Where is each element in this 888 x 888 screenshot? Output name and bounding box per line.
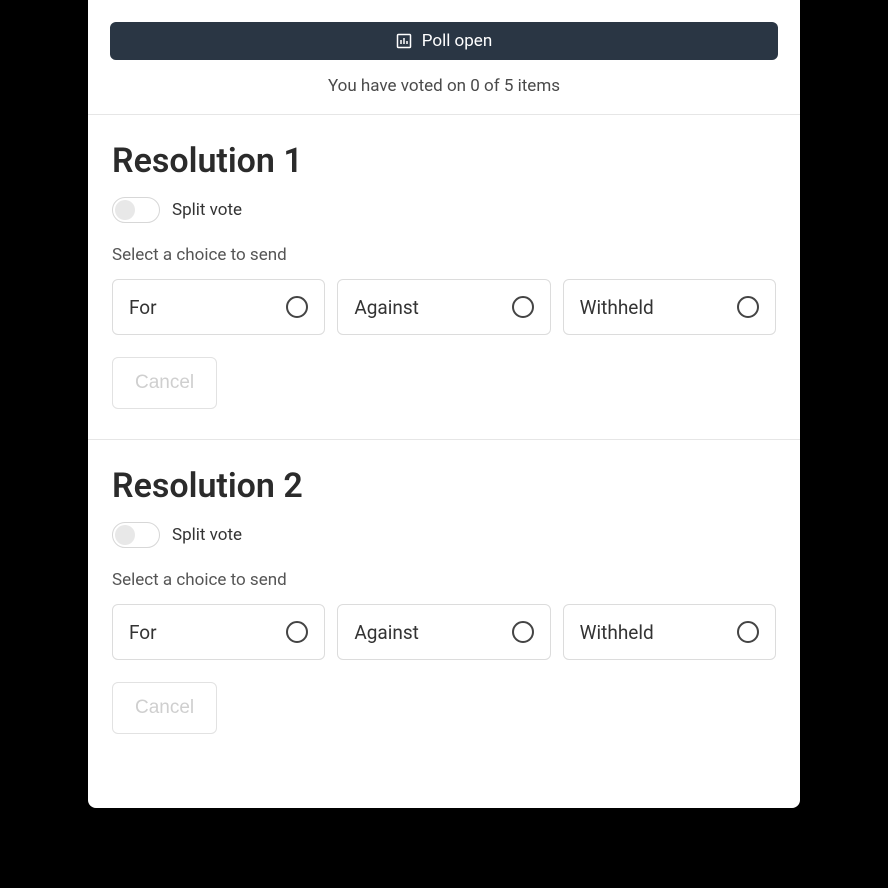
choice-withheld[interactable]: Withheld [563, 604, 776, 660]
voted-status: You have voted on 0 of 5 items [110, 76, 778, 96]
split-vote-row: Split vote [112, 522, 776, 548]
split-vote-label: Split vote [172, 200, 242, 220]
choice-instruction: Select a choice to send [112, 245, 776, 265]
choice-label: Against [354, 621, 419, 644]
choice-instruction: Select a choice to send [112, 570, 776, 590]
cancel-button[interactable]: Cancel [112, 357, 217, 409]
resolution-2: Resolution 2 Split vote Select a choice … [88, 440, 800, 764]
split-vote-toggle[interactable] [112, 197, 160, 223]
radio-circle-icon [286, 296, 308, 318]
choice-against[interactable]: Against [337, 604, 550, 660]
poll-status-text: Poll open [422, 31, 492, 51]
split-vote-label: Split vote [172, 525, 242, 545]
poll-icon [396, 33, 412, 49]
radio-circle-icon [512, 296, 534, 318]
choice-label: Withheld [580, 621, 654, 644]
resolution-title: Resolution 2 [112, 466, 776, 506]
radio-circle-icon [737, 296, 759, 318]
choice-against[interactable]: Against [337, 279, 550, 335]
choice-for[interactable]: For [112, 279, 325, 335]
resolution-1: Resolution 1 Split vote Select a choice … [88, 115, 800, 440]
radio-circle-icon [512, 621, 534, 643]
choice-label: For [129, 296, 157, 319]
poll-status-banner: Poll open [110, 22, 778, 60]
choice-label: Withheld [580, 296, 654, 319]
choice-for[interactable]: For [112, 604, 325, 660]
radio-circle-icon [737, 621, 759, 643]
split-vote-row: Split vote [112, 197, 776, 223]
toggle-knob [115, 200, 135, 220]
choice-withheld[interactable]: Withheld [563, 279, 776, 335]
panel-header: Poll open You have voted on 0 of 5 items [88, 0, 800, 115]
choice-label: Against [354, 296, 419, 319]
split-vote-toggle[interactable] [112, 522, 160, 548]
radio-circle-icon [286, 621, 308, 643]
choice-group: For Against Withheld [112, 604, 776, 660]
resolution-title: Resolution 1 [112, 141, 776, 181]
cancel-button[interactable]: Cancel [112, 682, 217, 734]
choice-label: For [129, 621, 157, 644]
voting-panel: Poll open You have voted on 0 of 5 items… [88, 0, 800, 808]
toggle-knob [115, 525, 135, 545]
choice-group: For Against Withheld [112, 279, 776, 335]
